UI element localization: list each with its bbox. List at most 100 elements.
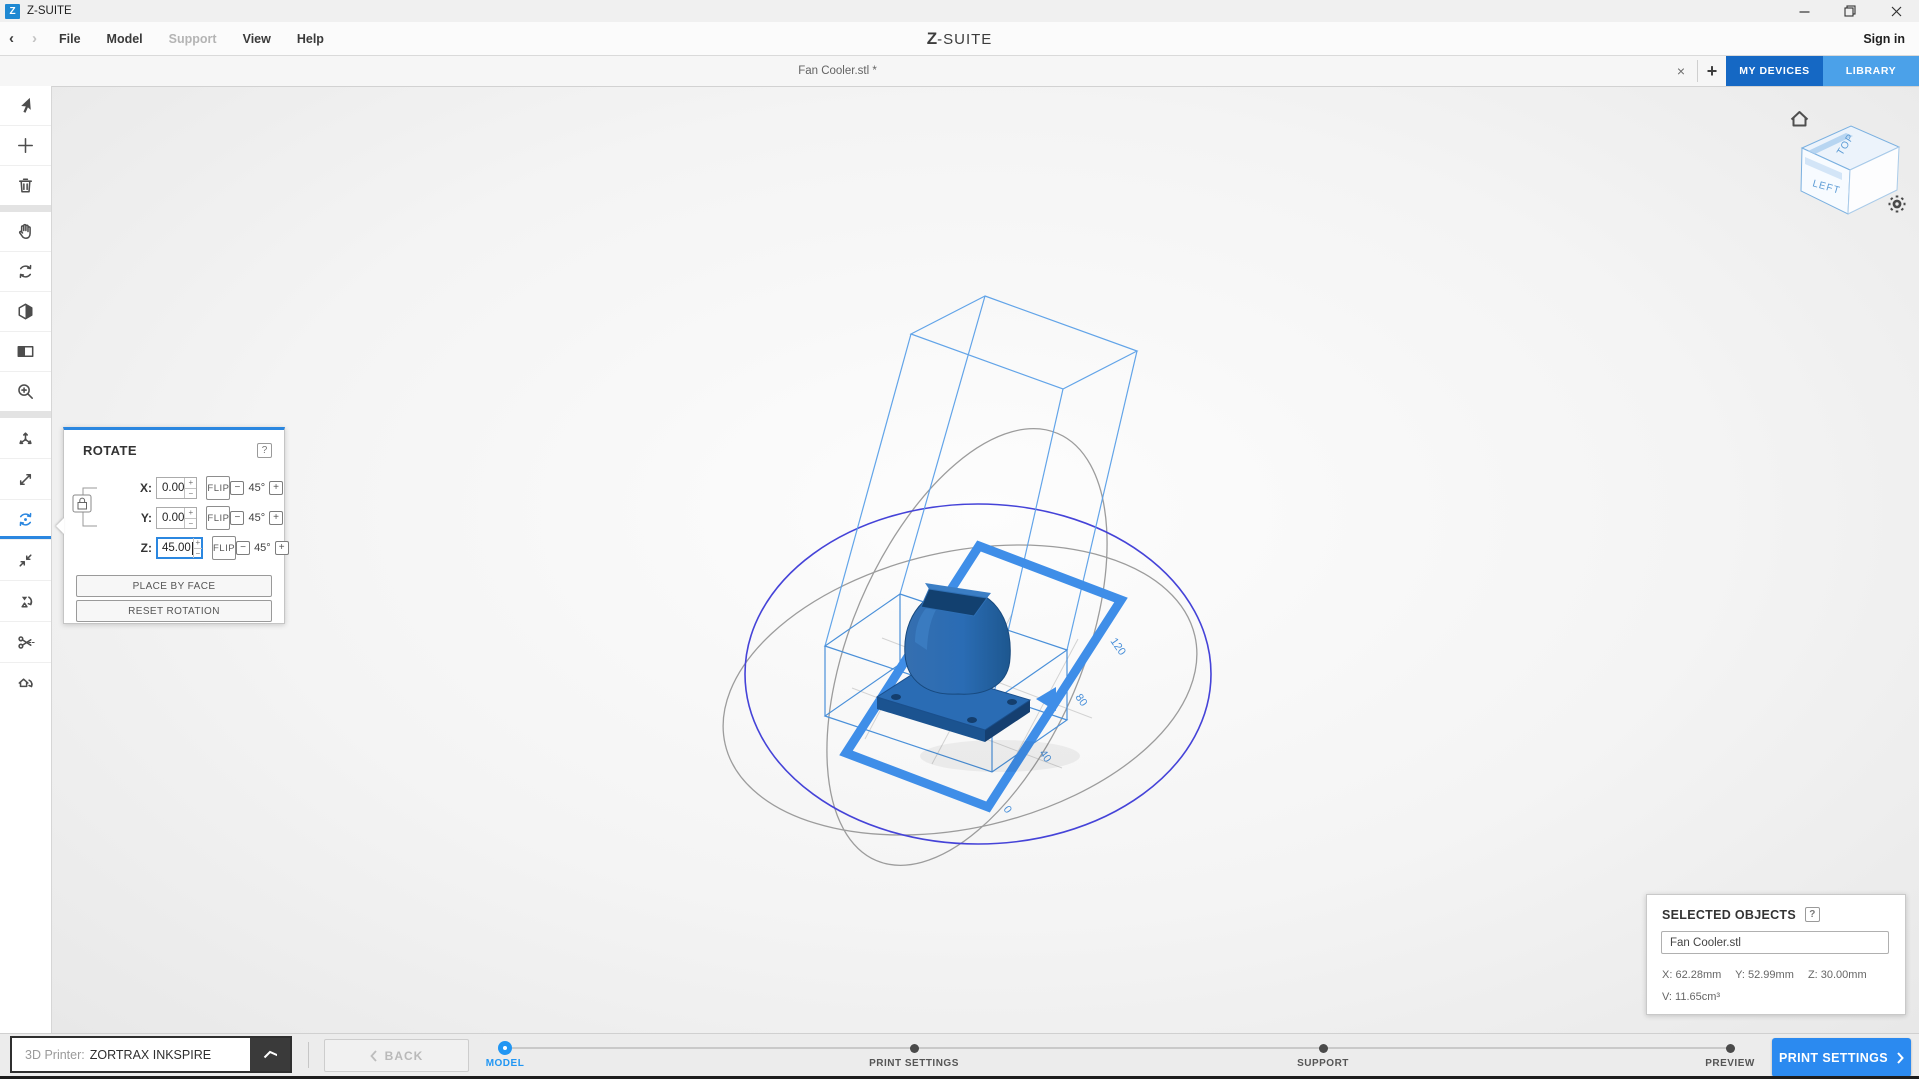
- section-view-button[interactable]: [0, 332, 51, 372]
- step-dot-preview[interactable]: [1726, 1044, 1735, 1053]
- menu-item-help[interactable]: Help: [284, 32, 337, 46]
- document-tab[interactable]: Fan Cooler.stl *: [0, 56, 1675, 86]
- new-tab-button[interactable]: +: [1699, 56, 1725, 86]
- rotate-x-spinner[interactable]: + −: [184, 478, 196, 498]
- close-button[interactable]: [1873, 0, 1919, 22]
- spinner-up[interactable]: +: [185, 508, 196, 519]
- collapse-arrows-icon: [14, 549, 37, 572]
- printer-selector[interactable]: 3D Printer: ZORTRAX INKSPIRE: [10, 1036, 292, 1073]
- dimension-z: Z: 30.00mm: [1808, 969, 1867, 981]
- move-tool-button[interactable]: [0, 418, 51, 459]
- deg-45-label: 45°: [248, 482, 265, 494]
- library-button[interactable]: LIBRARY: [1823, 56, 1919, 86]
- nav-back-button[interactable]: ‹: [0, 30, 23, 47]
- rotate-z-input[interactable]: 45.00 + −: [156, 537, 203, 559]
- move-arrows-icon: [14, 427, 37, 450]
- close-icon: [1891, 6, 1902, 17]
- spinner-up[interactable]: +: [194, 538, 202, 549]
- title-bar: Z Z-SUITE: [0, 0, 1919, 22]
- rotate-y-minus45-button[interactable]: −: [230, 511, 244, 525]
- app-title: Z-SUITE: [27, 5, 72, 17]
- workflow-step-line: [505, 1047, 1730, 1049]
- selected-objects-panel: SELECTED OBJECTS ? X: 62.28mm Y: 52.99mm…: [1646, 894, 1906, 1015]
- delete-model-button[interactable]: [0, 166, 51, 205]
- rotate-x-plus45-button[interactable]: +: [269, 481, 283, 495]
- step-dot-support[interactable]: [1319, 1044, 1328, 1053]
- step-label-model[interactable]: MODEL: [425, 1058, 585, 1069]
- render-mode-button[interactable]: [0, 292, 51, 332]
- flip-x-button[interactable]: FLIP: [206, 476, 230, 500]
- menu-item-file[interactable]: File: [46, 32, 94, 46]
- tab-close-button[interactable]: ×: [1666, 56, 1696, 86]
- minimize-button[interactable]: [1781, 0, 1827, 22]
- rotate-z-spinner[interactable]: + −: [193, 538, 202, 558]
- printer-expand-button[interactable]: [250, 1038, 290, 1071]
- select-cursor-icon: [14, 94, 37, 117]
- reset-rotation-button[interactable]: RESET ROTATION: [76, 600, 272, 622]
- place-by-face-button[interactable]: PLACE BY FACE: [76, 575, 272, 597]
- rotate-x-minus45-button[interactable]: −: [230, 481, 244, 495]
- spinner-up[interactable]: +: [185, 478, 196, 489]
- plus-icon: [14, 134, 37, 157]
- trash-icon: [14, 174, 37, 197]
- hand-icon: [14, 220, 37, 243]
- step-dot-model[interactable]: [498, 1041, 512, 1055]
- print-settings-button[interactable]: PRINT SETTINGS: [1772, 1038, 1911, 1077]
- rotate-tool-button[interactable]: [0, 500, 51, 540]
- rotate-z-plus45-button[interactable]: +: [275, 541, 289, 555]
- spinner-down[interactable]: −: [185, 519, 196, 529]
- rotate-x-input[interactable]: 0.00 + −: [156, 477, 197, 499]
- rotate-arrows-icon: [14, 508, 37, 531]
- menu-item-support: Support: [156, 32, 230, 46]
- add-model-button[interactable]: [0, 126, 51, 166]
- rotate-y-input[interactable]: 0.00 + −: [156, 507, 197, 529]
- menu-item-model[interactable]: Model: [94, 32, 156, 46]
- sign-in-link[interactable]: Sign in: [1863, 32, 1905, 46]
- spinner-down[interactable]: −: [194, 549, 202, 559]
- bottom-bar: 3D Printer: ZORTRAX INKSPIRE BACK MODEL …: [0, 1033, 1919, 1079]
- printer-name: ZORTRAX INKSPIRE: [90, 1048, 211, 1062]
- rotate-row-z: Z: 45.00 + − FLIP − 45° +: [64, 536, 284, 560]
- chevron-left-icon: [370, 1050, 377, 1062]
- step-dot-print-settings[interactable]: [910, 1044, 919, 1053]
- rotate-y-plus45-button[interactable]: +: [269, 511, 283, 525]
- flip-y-button[interactable]: FLIP: [206, 506, 230, 530]
- rotate-y-spinner[interactable]: + −: [184, 508, 196, 528]
- selected-objects-help-button[interactable]: ?: [1805, 907, 1820, 922]
- deg-45-label: 45°: [254, 542, 271, 554]
- auto-arrange-button[interactable]: [0, 663, 51, 703]
- menu-item-view[interactable]: View: [230, 32, 284, 46]
- axis-x-label: X:: [136, 481, 152, 495]
- chevron-up-icon: [263, 1050, 277, 1059]
- zoom-tool-button[interactable]: [0, 372, 51, 411]
- resize-fit-button[interactable]: [0, 540, 51, 581]
- bottom-bar-separator: [308, 1042, 309, 1068]
- flip-z-button[interactable]: FLIP: [212, 536, 236, 560]
- restore-icon: [1844, 5, 1856, 17]
- rotate-panel: ROTATE ? X: 0.00 + − FLIP − 45° +: [63, 427, 285, 624]
- restore-button[interactable]: [1827, 0, 1873, 22]
- tool-sidebar: [0, 86, 52, 1034]
- select-tool-button[interactable]: [0, 86, 51, 126]
- section-view-icon: [14, 340, 37, 363]
- nav-forward-button[interactable]: ›: [23, 30, 46, 47]
- object-name-input[interactable]: [1661, 931, 1889, 954]
- lay-flat-button[interactable]: [0, 581, 51, 622]
- split-model-button[interactable]: [0, 622, 51, 663]
- my-devices-button[interactable]: MY DEVICES: [1726, 56, 1823, 86]
- scale-arrow-icon: [14, 468, 37, 491]
- printer-label: 3D Printer:: [25, 1048, 85, 1062]
- rotate-help-button[interactable]: ?: [257, 443, 272, 458]
- rotate-z-minus45-button[interactable]: −: [236, 541, 250, 555]
- tab-bar: Fan Cooler.stl * × + MY DEVICES LIBRARY: [0, 56, 1919, 87]
- pan-view-button[interactable]: [0, 212, 51, 252]
- spinner-down[interactable]: −: [185, 489, 196, 499]
- orbit-view-button[interactable]: [0, 252, 51, 292]
- viewport-canvas[interactable]: [51, 86, 1919, 1034]
- app-logo-icon: Z: [5, 4, 20, 19]
- step-label-support[interactable]: SUPPORT: [1243, 1058, 1403, 1069]
- rotate-row-x: X: 0.00 + − FLIP − 45° +: [64, 476, 284, 500]
- scale-tool-button[interactable]: [0, 459, 51, 500]
- step-label-print-settings[interactable]: PRINT SETTINGS: [834, 1058, 994, 1069]
- zoom-in-icon: [14, 380, 37, 403]
